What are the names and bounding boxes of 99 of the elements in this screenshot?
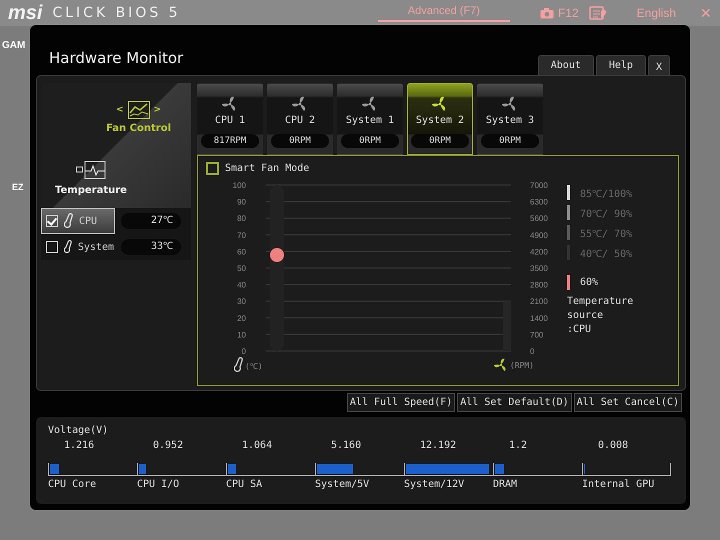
checkbox[interactable] — [206, 162, 219, 175]
axis-label: 0 — [242, 347, 246, 356]
axis-label: 7000 — [530, 181, 548, 190]
voltage-label: DRAM — [493, 479, 518, 490]
close-button[interactable]: X — [648, 55, 670, 75]
axis-label: 10 — [237, 330, 246, 340]
fan-tab[interactable]: System 3 0RPM — [477, 83, 543, 155]
source-label: Temperature source — [567, 295, 634, 323]
sensor-item[interactable]: CPU — [41, 208, 115, 234]
voltage-reading: 0.008 — [597, 440, 630, 453]
voltage-reading: 1.2 — [508, 440, 528, 453]
axis-label: 80 — [237, 214, 246, 224]
axis-label: 50 — [237, 264, 246, 273]
temperature-reading: 33℃ — [121, 239, 181, 255]
axis-label: 0 — [530, 347, 534, 356]
legend-label: 70℃/ 90% — [580, 208, 632, 220]
axis-label: 6300 — [530, 198, 548, 207]
fan-icon — [292, 96, 308, 112]
voltage-reading: 0.952 — [152, 440, 184, 453]
voltage-reading: 12.192 — [419, 440, 458, 453]
axis-label: 60 — [237, 247, 246, 256]
axis-label: 700 — [530, 330, 544, 340]
action-button[interactable]: All Set Default(D) — [457, 393, 572, 412]
voltage-reading: 1.064 — [241, 440, 274, 453]
thermometer-icon — [64, 239, 72, 255]
legend-label: 55℃/ 70% — [580, 228, 632, 240]
unit-label: (℃) — [245, 360, 263, 370]
voltage-label: CPU SA — [226, 479, 264, 490]
fan-control-label[interactable]: Fan Control — [106, 123, 171, 134]
temperature-label[interactable]: Temperature — [55, 185, 127, 196]
fan-tab[interactable]: System 1 0RPM — [337, 83, 403, 155]
chart-icon[interactable] — [128, 101, 150, 119]
header-button[interactable]: Help — [596, 55, 646, 75]
unit-label: (RPM) — [510, 360, 534, 370]
axis-label: 30 — [237, 297, 246, 306]
next-arrow[interactable]: > — [154, 105, 162, 115]
axis-label: 4200 — [530, 247, 548, 256]
axis-label: 4900 — [530, 230, 548, 240]
source-value: :CPU — [567, 323, 592, 337]
fan-speed-reading: 0RPM — [411, 134, 469, 148]
fan-speed-reading: 817RPM — [201, 134, 259, 148]
checkbox[interactable] — [46, 241, 58, 253]
checkbox[interactable] — [46, 215, 58, 227]
fan-icon — [222, 96, 238, 112]
sensor-item[interactable]: System — [41, 234, 115, 260]
voltage-label: System/5V — [315, 479, 370, 490]
fan-tab[interactable]: CPU 2 0RPM — [267, 83, 333, 155]
fan-name: CPU 2 — [284, 115, 316, 126]
axis-label: 2100 — [530, 297, 548, 306]
axis-label: 20 — [237, 314, 246, 323]
axis-label: 3500 — [530, 264, 548, 273]
fan-icon — [362, 96, 378, 112]
sensor-name: System — [78, 242, 114, 252]
fan-speed-reading: 0RPM — [341, 134, 399, 148]
window-title: Hardware Monitor — [49, 49, 184, 67]
action-button[interactable]: All Set Cancel(C) — [574, 393, 682, 412]
axis-label: 70 — [237, 230, 246, 240]
fan-name: System 2 — [416, 115, 464, 126]
voltage-label: System/12V — [404, 479, 466, 490]
fan-tab[interactable]: CPU 1 817RPM — [197, 83, 263, 155]
legend-label: 40℃/ 50% — [580, 248, 632, 260]
section-title: Voltage(V) — [48, 425, 110, 436]
voltage-label: CPU I/O — [137, 479, 180, 490]
sensor-name: CPU — [79, 216, 98, 226]
fan-speed-bar — [503, 301, 511, 351]
fan-tab[interactable]: System 2 0RPM — [407, 83, 473, 155]
fan-name: CPU 1 — [214, 115, 246, 126]
fan-speed-reading: 0RPM — [271, 134, 329, 148]
fan-icon — [494, 358, 508, 372]
voltage-label: CPU Core — [48, 479, 98, 490]
thermometer-icon — [64, 213, 73, 229]
camera-icon — [540, 8, 554, 18]
previous-arrow[interactable]: < — [116, 105, 124, 115]
speed-marker[interactable] — [270, 248, 284, 262]
action-button[interactable]: All Full Speed(F) — [346, 393, 456, 412]
legend-label: 85℃/100% — [580, 188, 632, 200]
temperature-reading: 27℃ — [121, 213, 181, 229]
axis-label: 100 — [232, 181, 246, 190]
checkbox-label: Smart Fan Mode — [225, 163, 310, 174]
fan-speed-reading: 0RPM — [481, 134, 539, 148]
thermometer-icon — [234, 357, 243, 373]
fan-name: System 1 — [346, 115, 394, 126]
brand-logo: msi — [8, 2, 42, 24]
header-button[interactable]: About — [538, 55, 594, 75]
voltage-reading: 1.216 — [63, 440, 96, 453]
axis-label: 5600 — [530, 214, 548, 224]
fan-name: System 3 — [486, 115, 534, 126]
axis-label: 90 — [237, 198, 246, 207]
monitor-icon[interactable] — [76, 161, 106, 179]
current-speed: 60% — [580, 277, 598, 288]
axis-label: 1400 — [530, 314, 548, 323]
fan-icon — [502, 96, 518, 112]
voltage-label: Internal GPU — [582, 479, 656, 490]
voltage-reading: 5.160 — [330, 440, 362, 453]
fan-icon — [432, 96, 448, 112]
product-name: CLICK BIOS 5 — [52, 5, 181, 21]
panel-label: EZ — [12, 182, 24, 192]
axis-label: 40 — [237, 280, 246, 290]
axis-label: 2800 — [530, 280, 548, 290]
